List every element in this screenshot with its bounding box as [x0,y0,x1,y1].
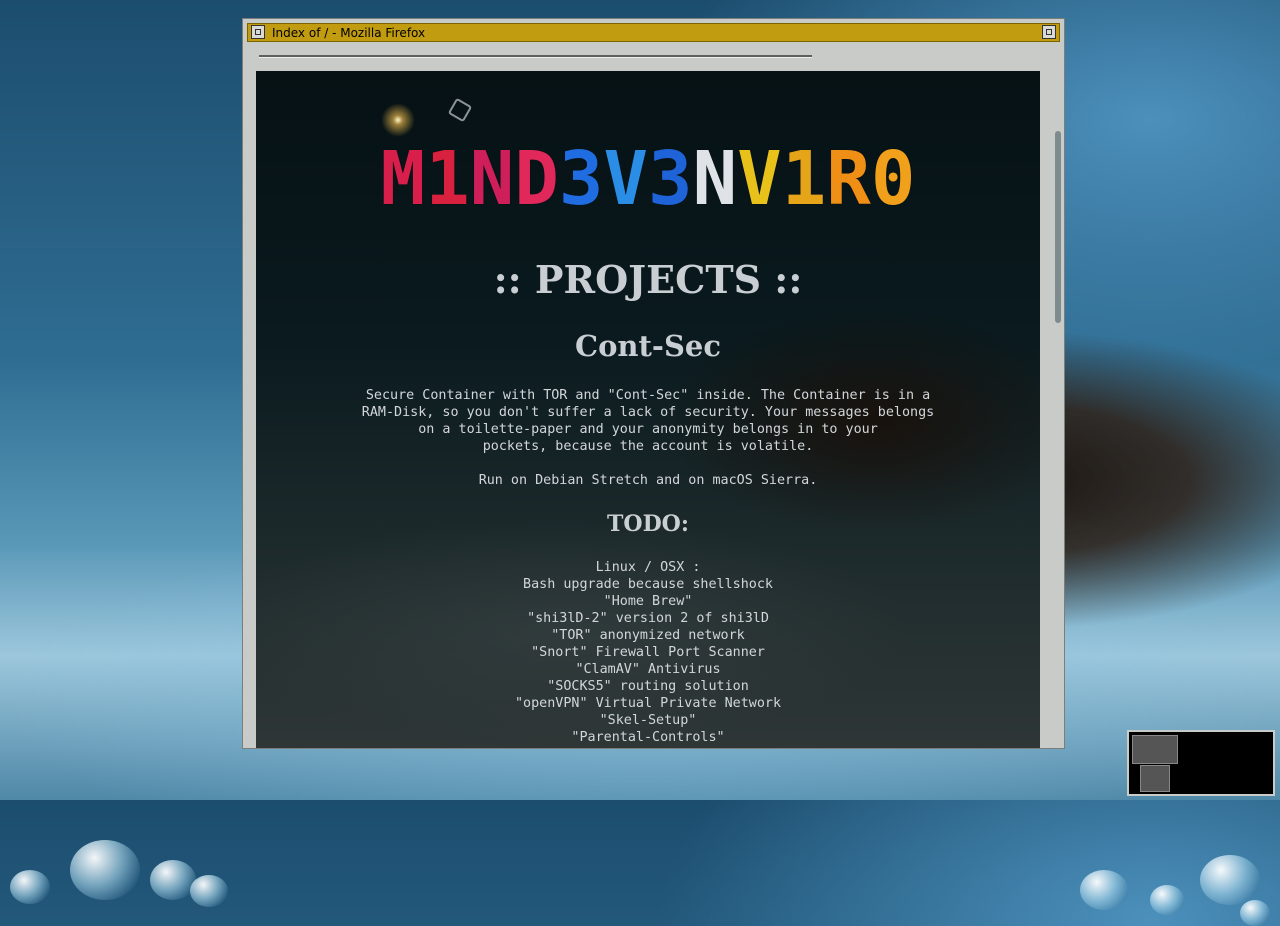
window-title: Index of / - Mozilla Firefox [272,26,426,40]
hexagon-decoration [447,97,473,123]
logo-letter: V [603,136,648,222]
project-title: Cont-Sec [575,329,721,363]
todo-item: Linux / OSX : [595,560,701,575]
logo-letter: 3 [648,136,693,222]
window-titlebar[interactable]: Index of / - Mozilla Firefox [247,23,1060,42]
logo-letter: M [380,136,426,222]
todo-item: "TOR" anonymized network [551,628,745,643]
logo-letter: 1 [425,136,470,222]
description-line: on a toilette-paper and your anonymity b… [418,422,878,437]
todo-item: "Snort" Firewall Port Scanner [531,645,765,660]
description-line: pockets, because the account is volatile… [482,439,814,454]
toolbar-separator [259,55,812,58]
pager-window-thumbnail[interactable] [1140,765,1170,792]
scrollbar-thumb[interactable] [1055,131,1061,323]
firefox-window: Index of / - Mozilla Firefox M1ND3V3NV1R… [242,18,1065,749]
todo-item: "Skel-Setup" [599,713,697,728]
pager-window-thumbnail[interactable] [1132,735,1178,764]
lens-flare-decoration [381,103,415,137]
vertical-scrollbar[interactable] [1051,71,1065,748]
todo-item: "ClamAV" Antivirus [575,662,721,677]
logo-letter: V [737,136,782,222]
logo-letter: 3 [558,136,604,222]
description-line: Secure Container with TOR and "Cont-Sec"… [365,388,931,403]
page-content[interactable]: M1ND3V3NV1R0 :: PROJECTS :: Cont-Sec Sec… [256,71,1040,748]
todo-item: "SOCKS5" routing solution [547,679,749,694]
logo-letter: N [469,136,515,222]
run-on-text: Run on Debian Stretch and on macOS Sierr… [478,473,818,488]
site-logo: M1ND3V3NV1R0 [256,139,1040,219]
logo-letter: D [514,136,559,222]
window-menu-icon[interactable] [251,25,265,39]
logo-letter: N [692,136,738,222]
todo-heading: TODO: [607,511,689,537]
logo-letter: R [826,136,871,222]
logo-letter: 0 [870,136,916,222]
todo-list: Linux / OSX : Bash upgrade because shells… [256,559,1040,746]
workspace-pager[interactable] [1127,730,1275,796]
todo-item: "Parental-Controls" [571,730,725,745]
todo-item: "Home Brew" [603,594,693,609]
projects-heading: :: PROJECTS :: [493,257,803,302]
description-line: RAM-Disk, so you don't suffer a lack of … [361,405,935,420]
maximize-icon[interactable] [1042,25,1056,39]
todo-item: "shi3lD-2" version 2 of shi3lD [527,611,769,626]
todo-item: "openVPN" Virtual Private Network [514,696,782,711]
todo-item: Bash upgrade because shellshock [523,577,773,592]
project-description: Secure Container with TOR and "Cont-Sec"… [256,387,1040,455]
logo-letter: 1 [781,136,827,222]
